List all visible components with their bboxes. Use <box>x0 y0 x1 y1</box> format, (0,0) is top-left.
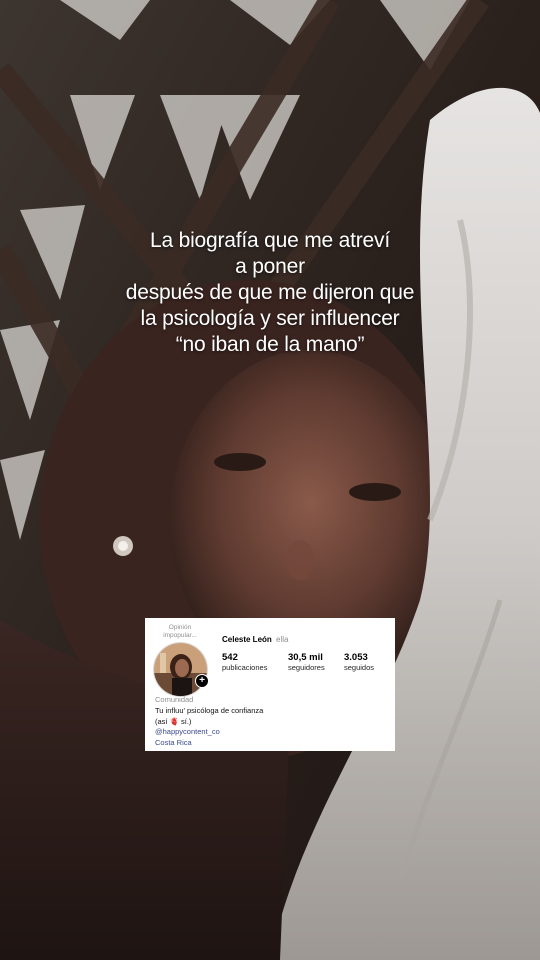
profile-link[interactable]: @happycontent_co <box>155 727 263 738</box>
profile-name-row: Celeste León ella <box>222 635 288 644</box>
note-bubble: Opinión impopular... <box>163 624 197 639</box>
background-photo <box>0 0 540 960</box>
profile-category: Comunidad <box>155 695 194 704</box>
stat-value: 30,5 mil <box>288 652 323 663</box>
avatar[interactable] <box>153 642 208 697</box>
stat-followers[interactable]: 30,5 mil seguidores <box>288 652 325 673</box>
caption-line: después de que me dijeron que <box>125 281 415 304</box>
profile-bio: Comunidad Tu influu' psicóloga de confia… <box>155 695 263 749</box>
profile-location[interactable]: Costa Rica <box>155 738 263 749</box>
caption-overlay: La biografía que me atreví a poner despu… <box>0 228 540 358</box>
stat-value: 542 <box>222 652 238 663</box>
bio-line: Tu influu' psicóloga de confianza <box>155 705 264 715</box>
bio-line: (así 🫀 sí.) <box>155 716 192 726</box>
stat-label: seguidos <box>344 663 375 672</box>
video-frame: La biografía que me atreví a poner despu… <box>0 0 540 960</box>
stat-label: seguidores <box>288 663 325 672</box>
stat-following[interactable]: 3.053 seguidos <box>344 652 374 673</box>
profile-pronoun: ella <box>276 635 289 644</box>
add-story-plus-icon[interactable]: + <box>195 674 209 688</box>
caption-line: La biografía que me atreví <box>150 229 390 252</box>
caption-line: a poner <box>235 255 305 278</box>
caption-line: “no iban de la mano” <box>175 333 365 356</box>
profile-screenshot-card: Opinión impopular... + Celeste León ella… <box>145 618 395 751</box>
profile-name: Celeste León <box>222 635 272 644</box>
stat-posts[interactable]: 542 publicaciones <box>222 652 267 673</box>
caption-line: la psicología y ser influencer <box>140 307 400 330</box>
stat-value: 3.053 <box>344 652 368 663</box>
stat-label: publicaciones <box>222 663 268 672</box>
avatar-photo <box>154 643 207 696</box>
